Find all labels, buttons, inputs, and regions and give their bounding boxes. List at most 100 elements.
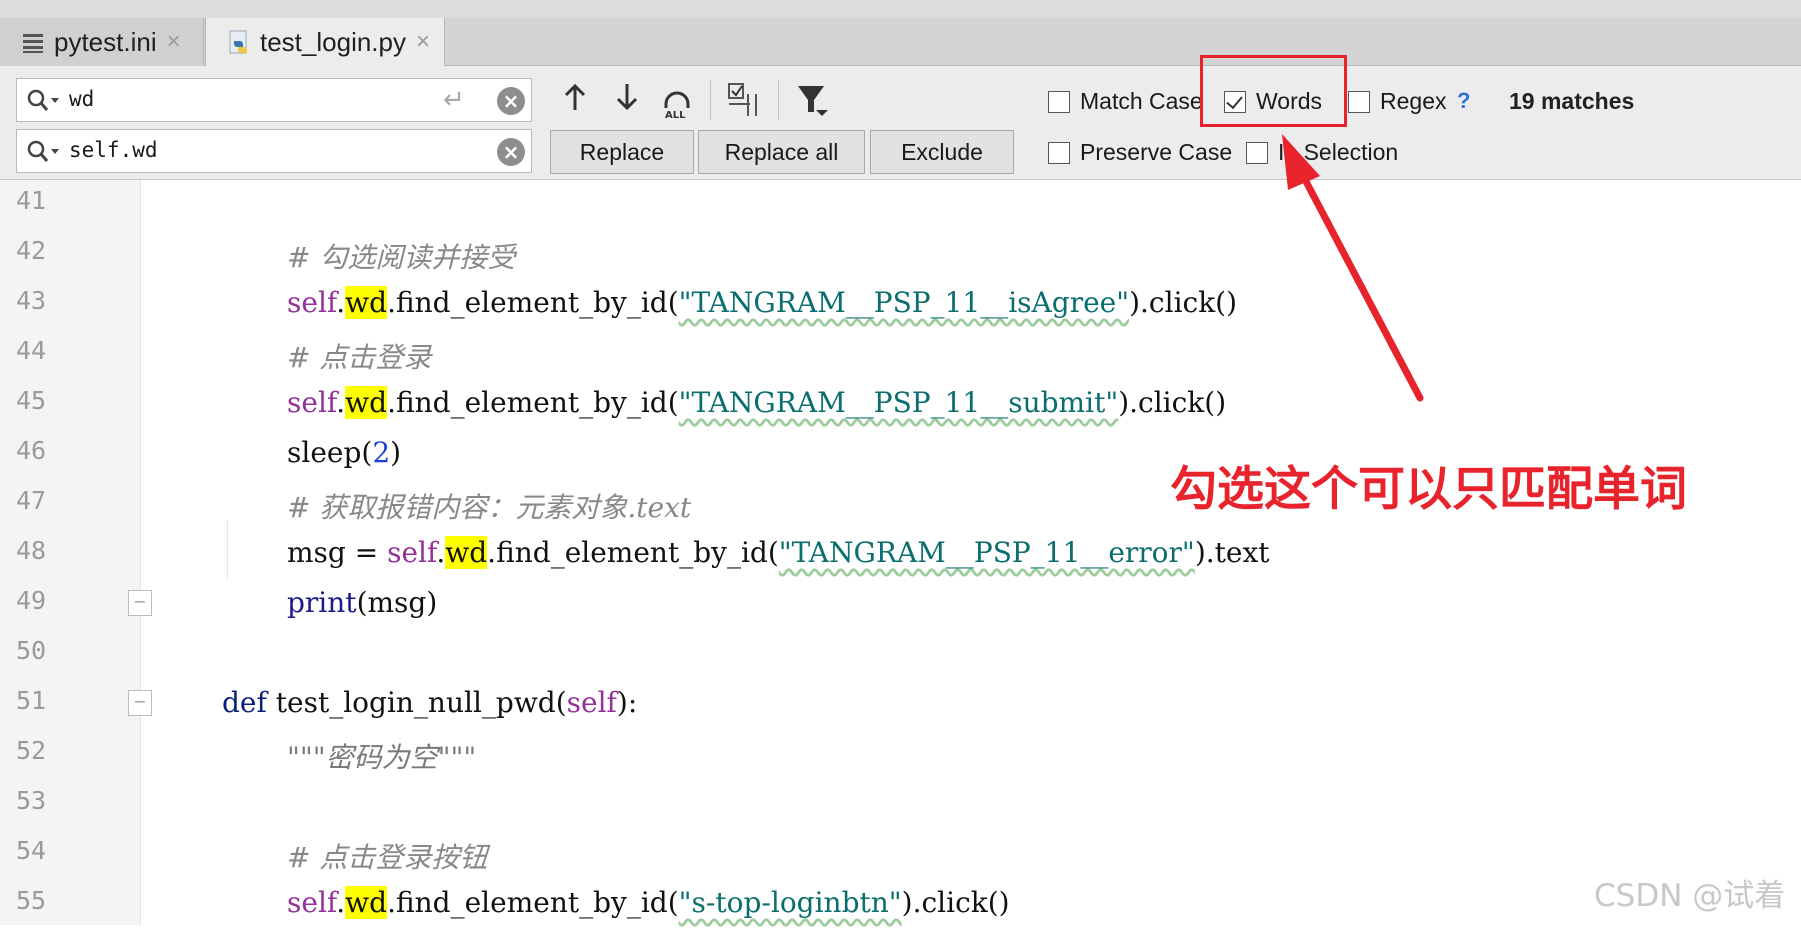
regex-label: Regex [1380, 88, 1447, 114]
python-file-icon [229, 30, 247, 54]
method-call: .find_element_by_id( [387, 886, 679, 919]
replace-all-button[interactable]: Replace all [698, 130, 865, 174]
clear-replace-icon[interactable]: × [497, 138, 525, 166]
line-number: 44 [16, 336, 47, 365]
function-call: sleep( [287, 436, 373, 469]
line-number: 45 [16, 386, 47, 415]
method-call: .find_element_by_id( [387, 286, 679, 319]
clear-search-icon[interactable]: × [497, 87, 525, 115]
close-icon[interactable]: × [167, 28, 181, 56]
tab-label: test_login.py [260, 26, 406, 57]
close-icon[interactable]: × [416, 28, 430, 56]
self-keyword: self [387, 536, 437, 569]
self-keyword: self [287, 386, 337, 419]
code-text: self.wd.find_element_by_id("s-top-loginb… [287, 886, 1010, 919]
arrow-up-icon[interactable] [560, 80, 590, 114]
code-tail: ).click() [1129, 286, 1238, 319]
regex-option[interactable]: Regex [1348, 88, 1446, 115]
line-number: 49 [16, 586, 47, 615]
line-number: 43 [16, 286, 47, 315]
code-line: 41 [0, 180, 1801, 230]
match-count: 19 matches [1509, 88, 1635, 114]
regex-help-icon[interactable]: ? [1457, 88, 1470, 114]
replace-button[interactable]: Replace [550, 130, 694, 174]
code-line: 50 [0, 630, 1801, 680]
code-line: 42 # 勾选阅读并接受 [0, 230, 1801, 280]
toolbar-separator [778, 80, 779, 120]
arrow-down-icon[interactable] [612, 80, 642, 114]
in-selection-checkbox[interactable] [1246, 141, 1268, 164]
method-call: .find_element_by_id( [487, 536, 779, 569]
code-editor[interactable]: 41 42 # 勾选阅读并接受 43 self.wd.find_element_… [0, 180, 1801, 925]
in-selection-option[interactable]: In Selection [1246, 139, 1398, 166]
exclude-button[interactable]: Exclude [870, 130, 1014, 174]
annotation-text: 勾选这个可以只匹配单词 [1170, 462, 1687, 517]
code-line: 44 # 点击登录 [0, 330, 1801, 380]
code-line: 53 [0, 780, 1801, 830]
code-comment: # 获取报错内容：元素对象.text [287, 491, 692, 524]
line-number: 50 [16, 636, 47, 665]
search-input[interactable]: wd [69, 87, 94, 111]
svg-text:ALL: ALL [665, 110, 686, 120]
match-case-option[interactable]: Match Case [1048, 88, 1203, 115]
method-call: .find_element_by_id( [387, 386, 679, 419]
code-line: 54 # 点击登录按钮 [0, 830, 1801, 880]
select-all-occurrences-icon[interactable]: ALL [660, 80, 694, 120]
replace-history-icon[interactable] [25, 138, 65, 166]
number-literal: 2 [372, 436, 391, 469]
preserve-case-option[interactable]: Preserve Case [1048, 139, 1232, 166]
string-literal: "s-top-loginbtn" [678, 886, 902, 919]
search-history-icon[interactable] [25, 87, 65, 115]
tab-bar-top-strip [0, 0, 1801, 18]
code-text: msg = self.wd.find_element_by_id("TANGRA… [287, 536, 1270, 569]
self-keyword: self [287, 286, 337, 319]
toolbar-separator [710, 80, 711, 120]
string-literal: "TANGRAM__PSP_11__submit" [678, 386, 1119, 419]
search-match: wd [345, 286, 388, 319]
code-tail: ).click() [901, 886, 1010, 919]
dot: . [336, 886, 346, 919]
code-tail: ): [616, 686, 638, 719]
string-literal: "TANGRAM__PSP_11__error" [778, 536, 1195, 569]
preserve-case-checkbox[interactable] [1048, 141, 1070, 164]
watermark: CSDN @试着 [1594, 878, 1786, 914]
ini-file-icon [23, 34, 43, 53]
code-tail: ) [390, 436, 402, 469]
match-case-label: Match Case [1080, 88, 1203, 114]
fold-end-icon[interactable]: − [128, 590, 152, 616]
tab-bar: pytest.ini × test_login.py × [0, 0, 1801, 66]
multiselect-icon[interactable] [726, 80, 762, 120]
in-selection-label: In Selection [1278, 139, 1399, 165]
replace-input[interactable]: self.wd [69, 138, 158, 162]
filter-icon[interactable] [794, 80, 830, 120]
match-case-checkbox[interactable] [1048, 90, 1070, 113]
line-number: 52 [16, 736, 47, 765]
dot: . [336, 286, 346, 319]
code-line: 45 self.wd.find_element_by_id("TANGRAM__… [0, 380, 1801, 430]
tab-label: pytest.ini [54, 26, 157, 57]
code-line: 43 self.wd.find_element_by_id("TANGRAM__… [0, 280, 1801, 330]
def-keyword: def [222, 686, 267, 719]
code-text: def test_login_null_pwd(self): [222, 686, 637, 719]
code-text: print(msg) [287, 586, 437, 619]
tab-pytest-ini[interactable]: pytest.ini × [0, 18, 204, 66]
line-number: 53 [16, 786, 47, 815]
code-line: 48 msg = self.wd.find_element_by_id("TAN… [0, 530, 1801, 580]
search-match: wd [445, 536, 488, 569]
builtin-function: print [287, 586, 357, 619]
fold-start-icon[interactable]: − [128, 690, 152, 716]
tab-test-login-py[interactable]: test_login.py × [205, 18, 445, 66]
line-number: 51 [16, 686, 47, 715]
code-line: 55 self.wd.find_element_by_id("s-top-log… [0, 880, 1801, 930]
dot: . [336, 386, 346, 419]
search-match: wd [345, 386, 388, 419]
enter-icon: ↵ [443, 85, 465, 115]
replace-field[interactable]: self.wd × [16, 129, 532, 173]
search-field[interactable]: wd ↵ × [16, 78, 532, 122]
regex-checkbox[interactable] [1348, 90, 1370, 113]
docstring: """密码为空""" [287, 741, 477, 774]
find-replace-panel: wd ↵ × self.wd × ALL Replace Replace all… [0, 66, 1801, 180]
code-tail: (msg) [356, 586, 438, 619]
line-number: 41 [16, 186, 47, 215]
code-line: 51 − def test_login_null_pwd(self): [0, 680, 1801, 730]
